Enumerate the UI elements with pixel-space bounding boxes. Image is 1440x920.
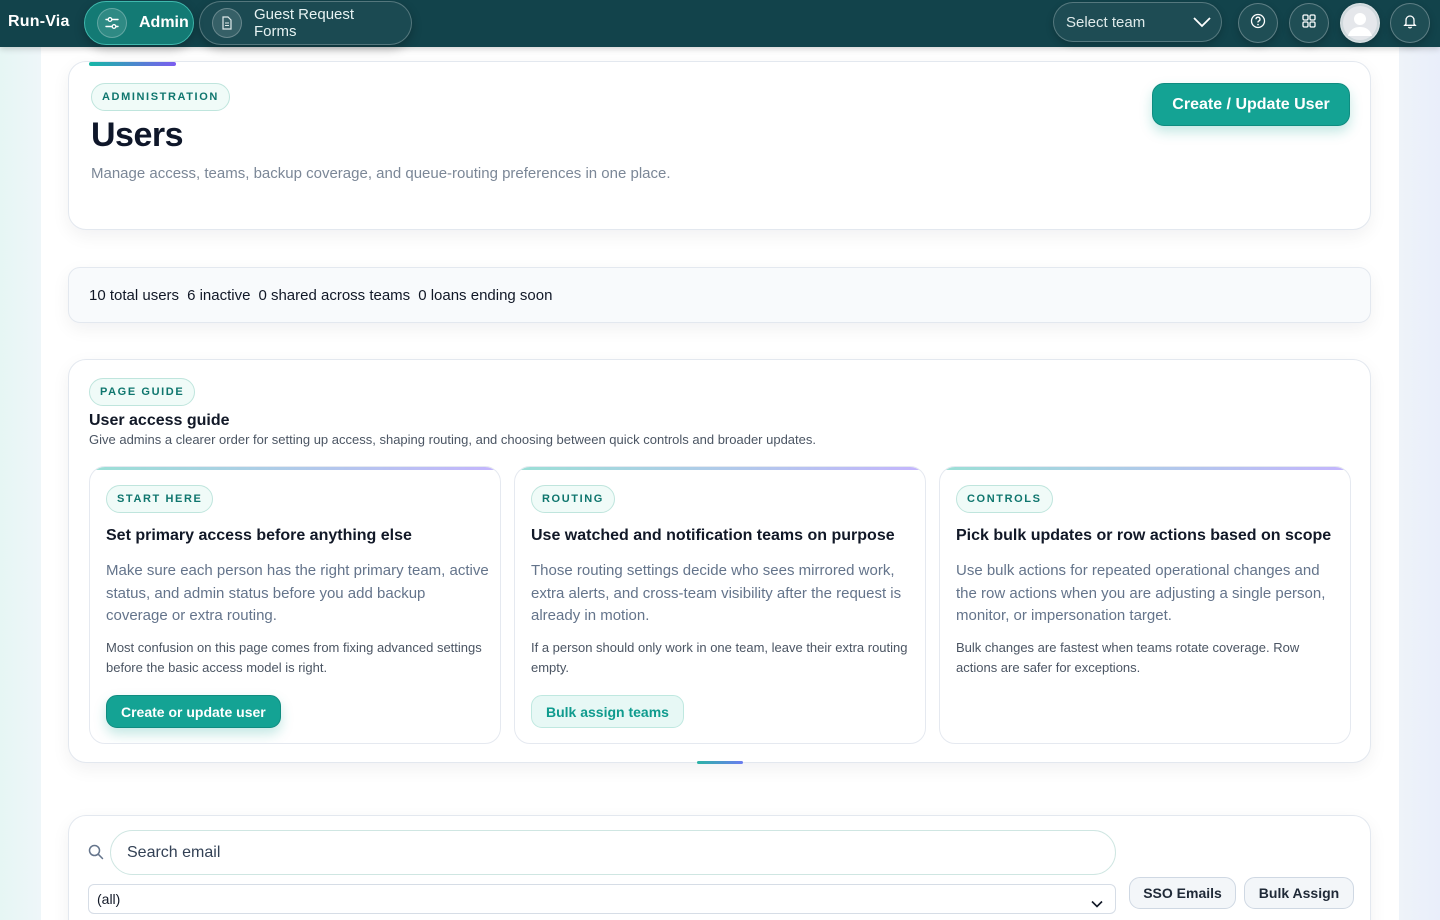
page-guide-card: PAGE GUIDE User access guide Give admins… <box>68 359 1371 764</box>
sso-emails-button[interactable]: SSO Emails <box>1129 877 1236 909</box>
guide-eyebrow: PAGE GUIDE <box>89 378 196 406</box>
guide-card-tag: ROUTING <box>531 485 615 513</box>
notifications-button[interactable] <box>1390 3 1430 43</box>
tab-guest-label: Guest Request Forms <box>254 6 355 40</box>
search-email-input[interactable] <box>110 830 1116 875</box>
help-icon <box>1250 13 1266 34</box>
guide-card-tag: CONTROLS <box>956 485 1053 513</box>
guide-card-body: Those routing settings decide who sees m… <box>531 562 902 624</box>
app-brand[interactable]: Run-Via <box>8 13 70 31</box>
create-update-user-button[interactable]: Create / Update User <box>1152 83 1350 126</box>
sliders-icon <box>97 8 127 38</box>
guide-card-note: If a person should only work in one team… <box>531 640 908 675</box>
apps-grid-icon <box>1301 13 1317 34</box>
user-filters-card: (all) SSO Emails Bulk Assign <box>68 815 1371 920</box>
guide-card-title: Set primary access before anything else <box>106 527 412 544</box>
create-or-update-user-button[interactable]: Create or update user <box>106 695 281 728</box>
top-nav-bar: Run-Via Admin Guest Request Forms Select… <box>0 0 1440 47</box>
accent-bar <box>89 62 176 66</box>
team-select[interactable]: Select team <box>1053 2 1222 42</box>
bulk-assign-button[interactable]: Bulk Assign <box>1244 877 1354 909</box>
chevron-down-icon <box>1091 895 1103 911</box>
document-icon <box>212 8 242 38</box>
guide-title: User access guide <box>89 412 230 429</box>
section-eyebrow: ADMINISTRATION <box>91 83 230 111</box>
guide-card-note: Bulk changes are fastest when teams rota… <box>956 640 1300 675</box>
tab-guest-request-forms[interactable]: Guest Request Forms <box>199 1 412 45</box>
page-header-card: ADMINISTRATION Users Manage access, team… <box>68 61 1371 230</box>
guide-card-body: Make sure each person has the right prim… <box>106 562 489 624</box>
bulk-assign-teams-button[interactable]: Bulk assign teams <box>531 695 684 728</box>
bell-icon <box>1402 13 1418 34</box>
tab-admin-label: Admin <box>139 14 189 31</box>
stat-inactive: 6 inactive <box>187 287 251 304</box>
stat-total-users: 10 total users <box>89 287 180 304</box>
apps-button[interactable] <box>1289 3 1329 43</box>
filter-select-value: (all) <box>97 891 121 907</box>
page-description: Manage access, teams, backup coverage, a… <box>91 165 671 182</box>
guide-card-note: Most confusion on this page comes from f… <box>106 640 482 675</box>
guide-card-tag: START HERE <box>106 485 214 513</box>
guide-subtitle: Give admins a clearer order for setting … <box>89 432 816 447</box>
guide-card-routing: ROUTING Use watched and notification tea… <box>514 466 926 744</box>
guide-card-body: Use bulk actions for repeated operationa… <box>956 562 1326 624</box>
guide-card-title: Pick bulk updates or row actions based o… <box>956 527 1332 544</box>
carousel-indicator[interactable] <box>697 761 743 764</box>
avatar[interactable] <box>1340 3 1380 43</box>
page-title: Users <box>91 116 184 154</box>
stat-loans: 0 loans ending soon <box>418 287 553 304</box>
guide-card-controls: CONTROLS Pick bulk updates or row action… <box>939 466 1351 744</box>
tab-admin[interactable]: Admin <box>84 1 194 45</box>
filter-select[interactable]: (all) <box>88 884 1116 914</box>
chevron-down-icon <box>1193 15 1211 32</box>
user-stats-bar: 10 total users 6 inactive 0 shared acros… <box>68 267 1371 323</box>
guide-card-start-here: START HERE Set primary access before any… <box>89 466 501 744</box>
guide-card-title: Use watched and notification teams on pu… <box>531 527 895 544</box>
stat-shared: 0 shared across teams <box>258 287 411 304</box>
search-icon <box>88 844 104 865</box>
team-select-label: Select team <box>1066 13 1146 31</box>
help-button[interactable] <box>1238 3 1278 43</box>
